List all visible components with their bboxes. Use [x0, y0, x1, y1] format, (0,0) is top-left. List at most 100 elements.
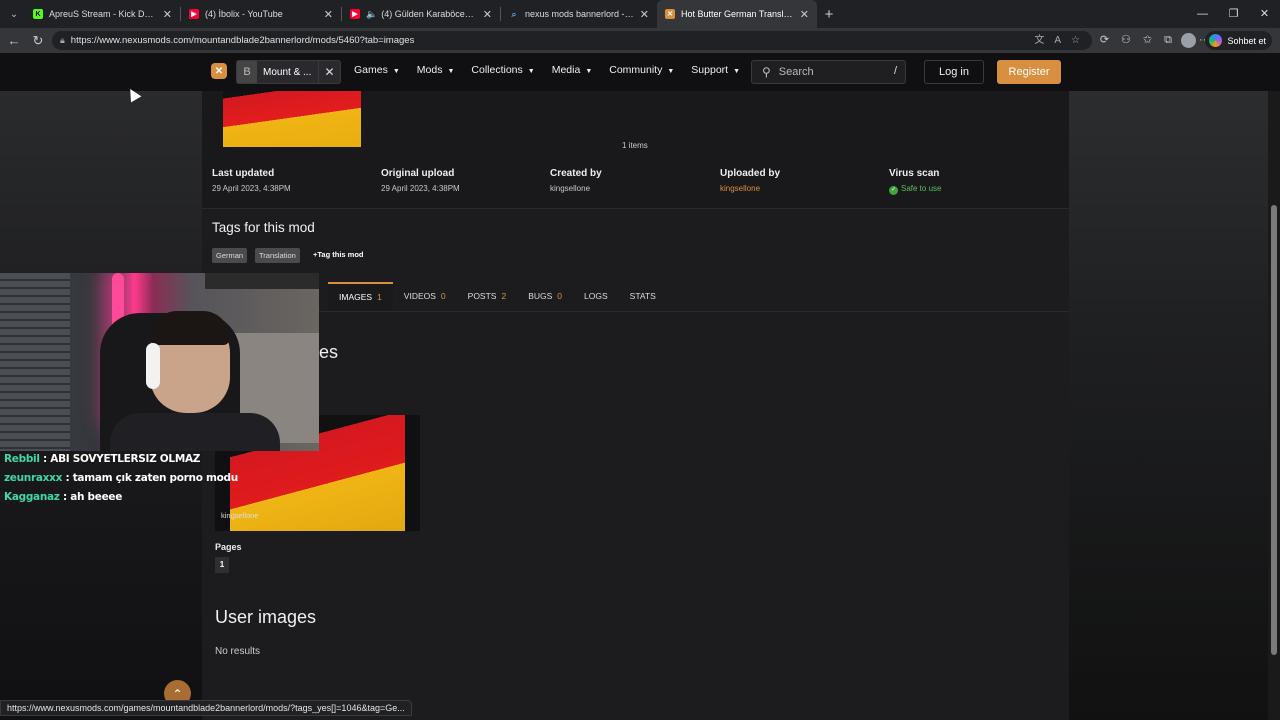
mod-tabs: IMAGES 1 VIDEOS 0 POSTS 2 BUGS 0 LOGS STATS — [328, 282, 667, 311]
clear-game-icon[interactable]: ✕ — [318, 61, 340, 83]
tab-close-icon[interactable]: ✕ — [324, 8, 333, 21]
read-aloud-icon[interactable]: A — [1054, 31, 1061, 50]
audio-speaker-icon[interactable]: 🔈 — [366, 9, 377, 20]
register-button[interactable]: Register — [997, 60, 1061, 84]
tab-bugs[interactable]: BUGS 0 — [517, 282, 573, 311]
browser-tab-youtube-2[interactable]: ▶ 🔈 (4) Gülden Karaböcek - Sen Et ✕ — [342, 0, 500, 28]
tab-images[interactable]: IMAGES 1 — [328, 282, 393, 311]
chevron-down-icon: ▼ — [447, 68, 455, 75]
chevron-up-icon: ⌃ — [172, 686, 183, 701]
webcam-shelf — [205, 273, 319, 289]
virus-scan-status[interactable]: Safe to use — [889, 184, 1049, 195]
login-button[interactable]: Log in — [924, 60, 984, 84]
nav-label: Collections — [471, 64, 523, 76]
tab-label: STATS — [629, 291, 656, 301]
nav-label: Media — [551, 64, 581, 76]
nav-label: Community — [609, 64, 663, 76]
tag-translation[interactable]: Translation — [255, 248, 300, 263]
tab-title: ApreuS Stream - Kick Dashboard — [49, 9, 157, 19]
copilot-logo-icon — [1209, 34, 1223, 47]
meta-title: Virus scan — [889, 168, 940, 179]
chat-message: Rebbil : ABI SOVYETLERSIZ OLMAZ — [4, 450, 219, 469]
nexus-logo-icon[interactable]: ✕ — [211, 63, 227, 79]
uploader-link[interactable]: kingsellone — [720, 184, 880, 193]
webcam-blinds — [0, 273, 70, 451]
search-shortcut-hint: / — [893, 65, 897, 77]
game-icon: B — [237, 61, 257, 83]
new-tab-plus-icon[interactable]: + — [817, 6, 841, 23]
address-bar-actions: 文 A ☆ — [1034, 31, 1080, 50]
youtube-favicon-icon: ▶ — [350, 9, 360, 19]
chevron-down-icon: ▼ — [527, 68, 535, 75]
browser-tab-kick[interactable]: K ApreuS Stream - Kick Dashboard ✕ — [25, 0, 180, 28]
meta-value: kingsellone — [550, 184, 591, 193]
nav-label: Support — [691, 64, 729, 76]
extension-icon[interactable]: ⟳ — [1100, 31, 1109, 50]
nav-games[interactable]: Games ▼ — [354, 64, 400, 76]
nav-community[interactable]: Community ▼ — [609, 64, 674, 76]
tab-count: 1 — [377, 292, 382, 302]
tag-this-mod-button[interactable]: +Tag this mod — [313, 250, 364, 259]
tab-count: 0 — [557, 291, 563, 301]
meta-last-updated: Last updated 29 April 2023, 4:38PM — [212, 168, 372, 193]
favorites-icon[interactable]: ✩ — [1143, 31, 1152, 50]
meta-created-by: Created by kingsellone — [550, 168, 710, 193]
stream-chat-overlay: Rebbil : ABI SOVYETLERSIZ OLMAZ zeunraxx… — [4, 450, 238, 507]
scrollbar-thumb[interactable] — [1271, 205, 1277, 655]
meta-value: 29 April 2023, 4:38PM — [381, 184, 460, 193]
chat-message: Kagganaz : ah beeee — [4, 488, 219, 507]
nav-collections[interactable]: Collections ▼ — [471, 64, 534, 76]
game-selector[interactable]: B Mount & ... ✕ — [236, 60, 341, 84]
meta-value: 29 April 2023, 4:38PM — [212, 184, 291, 193]
browser-tab-nexus-active[interactable]: ✕ Hot Butter German Translation at ✕ — [657, 0, 817, 28]
tag-add-label: Tag this mod — [317, 250, 364, 259]
address-bar[interactable]: 🔒︎ https://www.nexusmods.com/mountandbla… — [52, 31, 1092, 50]
split-screen-icon[interactable]: ⚇ — [1121, 31, 1131, 50]
tab-close-icon[interactable]: ✕ — [640, 8, 649, 21]
collections-icon[interactable]: ⧉ — [1164, 31, 1172, 50]
youtube-favicon-icon: ▶ — [189, 9, 199, 19]
pages-label: Pages — [215, 542, 242, 552]
close-window-icon[interactable]: ✕ — [1249, 0, 1280, 28]
back-arrow-icon[interactable]: ← — [2, 33, 26, 48]
tab-videos[interactable]: VIDEOS 0 — [393, 282, 457, 311]
page-scrollbar[interactable] — [1268, 91, 1280, 720]
minimize-icon[interactable]: — — [1187, 0, 1218, 28]
image-author[interactable]: kingsellone — [221, 511, 259, 520]
chevron-down-icon: ▼ — [733, 68, 741, 75]
tab-label: VIDEOS — [403, 291, 436, 301]
copilot-button[interactable]: Sohbet et — [1205, 31, 1272, 50]
webcam-headset — [146, 343, 160, 389]
tab-stats[interactable]: STATS — [619, 282, 667, 311]
browser-tab-search[interactable]: ⌕ nexus mods bannerlord - Arama ✕ — [501, 0, 657, 28]
meta-title: Created by — [550, 168, 602, 179]
tabs-divider — [202, 311, 1069, 312]
chat-message: zeunraxxx : tamam çık zaten porno modu — [4, 469, 238, 488]
mod-header-image[interactable] — [223, 91, 361, 147]
page-button-1[interactable]: 1 — [215, 557, 229, 573]
site-search-input[interactable]: ⚲ Search / — [751, 60, 906, 84]
meta-original-upload: Original upload 29 April 2023, 4:38PM — [381, 168, 541, 193]
profile-avatar-icon[interactable] — [1181, 33, 1196, 48]
nav-mods[interactable]: Mods ▼ — [417, 64, 455, 76]
tab-actions-menu-icon[interactable]: ⌄ — [3, 3, 25, 25]
tab-close-icon[interactable]: ✕ — [163, 8, 172, 21]
nav-support[interactable]: Support ▼ — [691, 64, 740, 76]
maximize-icon[interactable]: ❐ — [1218, 0, 1249, 28]
no-results-text: No results — [215, 646, 261, 657]
tab-close-icon[interactable]: ✕ — [800, 8, 809, 21]
nav-media[interactable]: Media ▼ — [552, 64, 593, 76]
chevron-down-icon: ▼ — [392, 68, 400, 75]
user-images-heading: User images — [215, 607, 317, 627]
meta-title: Original upload — [381, 168, 455, 179]
translate-icon[interactable]: 文 — [1034, 31, 1044, 50]
nexus-favicon-icon: ✕ — [665, 9, 675, 19]
tab-posts[interactable]: POSTS 2 — [457, 282, 518, 311]
reload-icon[interactable]: ↻ — [26, 33, 50, 49]
tab-close-icon[interactable]: ✕ — [483, 8, 492, 21]
tab-label: BUGS — [528, 291, 553, 301]
favorite-star-icon[interactable]: ☆ — [1071, 31, 1080, 50]
tab-logs[interactable]: LOGS — [573, 282, 619, 311]
tag-german[interactable]: German — [212, 248, 248, 263]
browser-tab-youtube-1[interactable]: ▶ (4) İbolix - YouTube ✕ — [181, 0, 341, 28]
